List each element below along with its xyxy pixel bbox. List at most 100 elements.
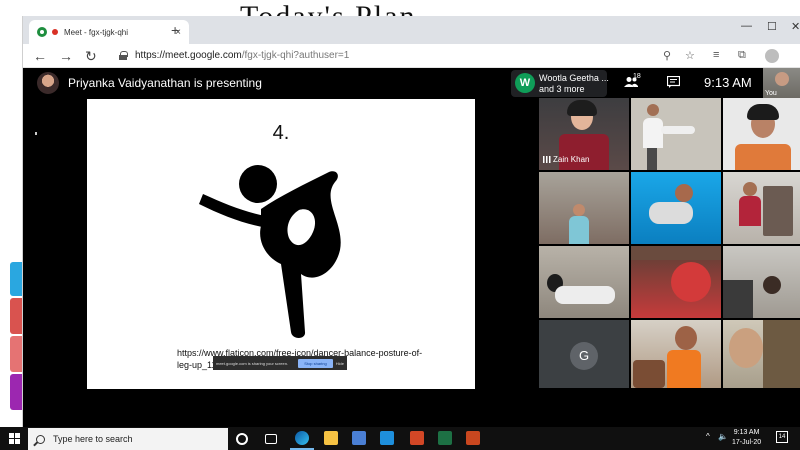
taskbar-clock[interactable]: 9:13 AM 17-Jul-20 bbox=[732, 428, 761, 448]
app-icon[interactable] bbox=[380, 431, 394, 445]
speaker-icon[interactable]: 🔈 bbox=[718, 432, 728, 441]
tab-meet[interactable]: Meet - fgx-tjgk-qhi × bbox=[29, 20, 189, 44]
microphone-icon[interactable]: ⚲ bbox=[663, 49, 671, 62]
url-host: https://meet.google.com bbox=[135, 50, 242, 61]
participant-tile[interactable] bbox=[723, 320, 800, 388]
presenting-label: Priyanka Vaidyanathan is presenting bbox=[68, 76, 262, 90]
back-button[interactable]: ← bbox=[33, 48, 47, 64]
participant-body bbox=[649, 202, 693, 224]
cortana-icon[interactable] bbox=[236, 433, 248, 445]
recording-dot-icon bbox=[52, 29, 58, 35]
participant-tile[interactable] bbox=[723, 246, 800, 318]
profile-avatar[interactable] bbox=[765, 49, 779, 63]
star-icon[interactable]: ☆ bbox=[685, 49, 695, 62]
forward-button[interactable]: → bbox=[59, 48, 73, 64]
url-path: /fgx-tjgk-qhi?authuser=1 bbox=[241, 50, 350, 61]
participant-initial-avatar: G bbox=[570, 342, 598, 370]
participant-chip-name: Wootla Geetha ... bbox=[539, 73, 609, 83]
window-close-button[interactable]: ✕ bbox=[791, 20, 800, 33]
self-face bbox=[775, 72, 789, 86]
participant-face bbox=[647, 104, 659, 116]
tab-title: Meet - fgx-tjgk-qhi bbox=[64, 27, 129, 37]
participants-chip[interactable]: W Wootla Geetha ... and 3 more bbox=[511, 70, 609, 97]
participant-tile[interactable] bbox=[631, 320, 721, 388]
background-furniture bbox=[723, 280, 753, 318]
participant-body bbox=[555, 286, 615, 304]
search-placeholder: Type here to search bbox=[53, 434, 133, 444]
participant-body bbox=[643, 118, 663, 148]
participant-body bbox=[735, 144, 791, 170]
participant-face bbox=[675, 184, 693, 202]
participant-body bbox=[739, 196, 761, 226]
participant-tile[interactable]: G bbox=[539, 320, 629, 388]
participant-hair bbox=[567, 100, 597, 116]
minimize-button[interactable]: — bbox=[741, 20, 752, 32]
chevron-up-icon[interactable]: ^ bbox=[706, 432, 710, 441]
maximize-button[interactable]: ☐ bbox=[767, 20, 777, 33]
participant-tile[interactable] bbox=[723, 98, 800, 170]
dancer-balance-icon bbox=[199, 165, 341, 338]
background-sofa bbox=[633, 360, 665, 388]
participant-tile[interactable] bbox=[539, 246, 629, 318]
powerpoint-icon[interactable] bbox=[466, 431, 480, 445]
app-icon[interactable] bbox=[352, 431, 366, 445]
file-explorer-icon[interactable] bbox=[324, 431, 338, 445]
participant-initial-avatar: W bbox=[515, 73, 535, 93]
favorites-icon[interactable]: ≡ bbox=[713, 49, 719, 61]
participant-body bbox=[667, 350, 701, 388]
notification-icon[interactable]: 14 bbox=[776, 431, 788, 443]
presenter-avatar bbox=[37, 72, 59, 94]
windows-start-icon[interactable] bbox=[9, 433, 20, 444]
new-tab-button[interactable]: + bbox=[171, 22, 179, 38]
participant-face bbox=[729, 328, 763, 368]
presentation-stage: 4. https://www.flaticon.com/free-icon/da… bbox=[23, 98, 539, 427]
participant-grid: Zain Khan G bbox=[539, 98, 800, 388]
background-furniture bbox=[763, 320, 800, 388]
self-view-tile[interactable]: You bbox=[763, 68, 800, 98]
address-toolbar: ← → ↻ https://meet.google.com/fgx-tjgk-q… bbox=[23, 44, 800, 68]
edge-browser-icon[interactable] bbox=[295, 431, 309, 445]
mouse-cursor bbox=[35, 132, 37, 135]
presented-slide: 4. https://www.flaticon.com/free-icon/da… bbox=[87, 99, 475, 389]
windows-taskbar: Type here to search ^ 🔈 9:13 AM 17-Jul-2… bbox=[0, 427, 800, 450]
meeting-clock: 9:13 AM bbox=[704, 75, 752, 90]
task-view-icon[interactable] bbox=[265, 434, 277, 444]
screen-share-bar: meet.google.com is sharing your screen. … bbox=[213, 356, 347, 370]
address-bar[interactable]: https://meet.google.com/fgx-tjgk-qhi?aut… bbox=[119, 46, 699, 65]
participant-arm bbox=[661, 126, 695, 134]
background-wall bbox=[631, 246, 721, 260]
presenter-bar: Priyanka Vaidyanathan is presenting W Wo… bbox=[23, 68, 800, 98]
collections-icon[interactable]: ⧉ bbox=[738, 49, 746, 62]
slide-number: 4. bbox=[272, 122, 290, 144]
share-message: meet.google.com is sharing your screen. bbox=[216, 360, 289, 366]
self-label: You bbox=[765, 90, 777, 97]
participant-tile[interactable]: Zain Khan bbox=[539, 98, 629, 170]
participant-tile[interactable] bbox=[631, 172, 721, 244]
participant-tile[interactable] bbox=[723, 172, 800, 244]
participant-hair bbox=[747, 104, 779, 120]
participant-body bbox=[671, 262, 711, 302]
participant-face bbox=[743, 182, 757, 196]
participant-body bbox=[559, 134, 609, 170]
participant-body bbox=[569, 216, 589, 244]
participant-face bbox=[573, 204, 585, 216]
taskbar-time: 9:13 AM bbox=[733, 429, 760, 436]
background-furniture bbox=[763, 186, 793, 236]
excel-icon[interactable] bbox=[438, 431, 452, 445]
participant-tile[interactable] bbox=[631, 98, 721, 170]
participant-tile[interactable] bbox=[631, 246, 721, 318]
app-icon[interactable] bbox=[410, 431, 424, 445]
participant-face bbox=[675, 326, 697, 350]
people-count: 18 bbox=[633, 73, 641, 80]
stop-sharing-button[interactable]: Stop sharing bbox=[298, 358, 333, 368]
chat-icon[interactable] bbox=[667, 76, 680, 88]
desktop: Today's Plan Meet - fgx-tjgk-qhi × + — ☐… bbox=[0, 0, 800, 450]
audio-level-icon bbox=[543, 156, 551, 163]
taskbar-search-box[interactable]: Type here to search bbox=[28, 428, 228, 450]
browser-window: Meet - fgx-tjgk-qhi × + — ☐ ✕ ← → ↻ http… bbox=[22, 16, 800, 427]
participant-leg bbox=[647, 148, 657, 170]
hide-share-bar-button[interactable]: Hide bbox=[336, 361, 344, 366]
reload-button[interactable]: ↻ bbox=[85, 48, 97, 64]
participant-tile[interactable] bbox=[539, 172, 629, 244]
lock-icon bbox=[119, 51, 128, 60]
